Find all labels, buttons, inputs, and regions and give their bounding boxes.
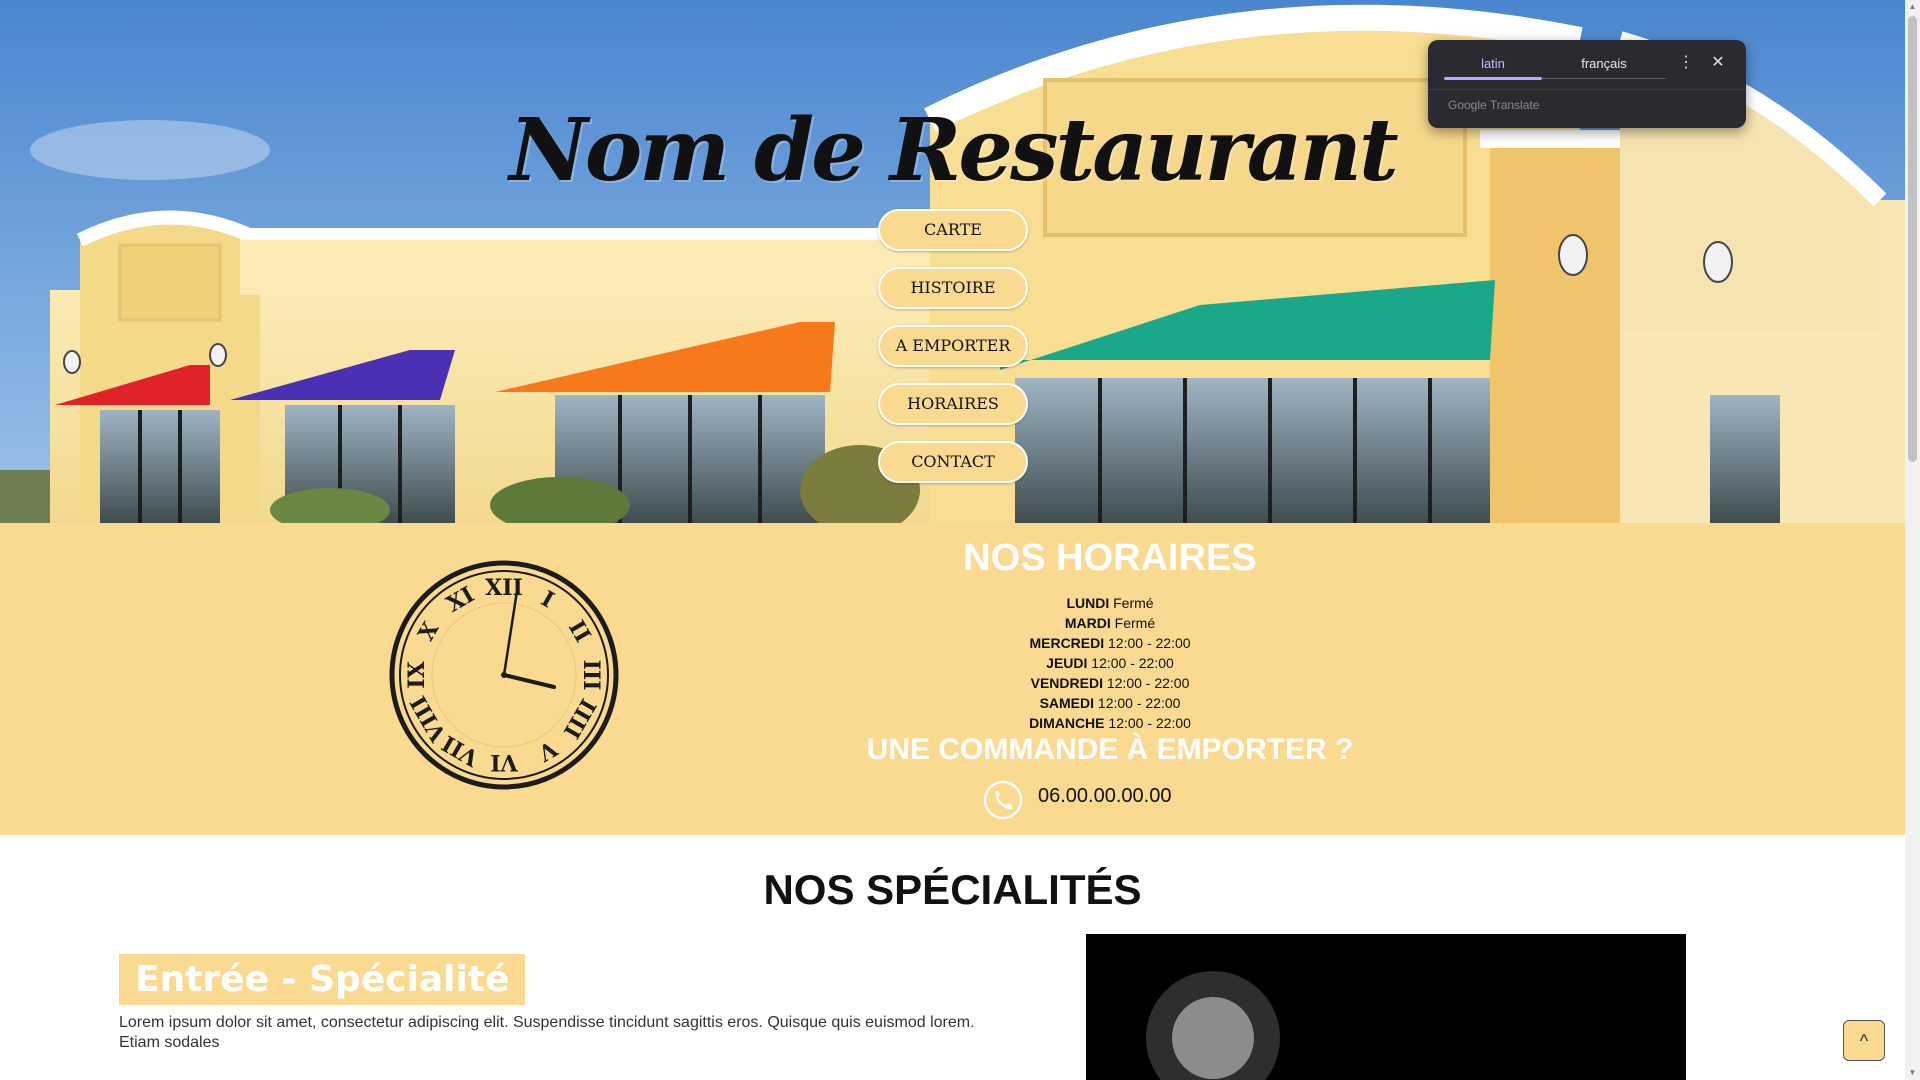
hero-banner: Nom de Restaurant CARTE HISTOIRE A EMPOR… [0,0,1905,523]
translate-source-tab[interactable]: latin [1444,56,1542,71]
page: Nom de Restaurant CARTE HISTOIRE A EMPOR… [0,0,1905,1080]
schedule-time: 12:00 - 22:00 [1097,695,1181,711]
main-nav: CARTE HISTOIRE A EMPORTER HORAIRES CONTA… [878,209,1028,499]
schedule-row-jeudi: JEUDI 12:00 - 22:00 [900,653,1320,673]
translate-target-tab[interactable]: français [1542,56,1666,71]
schedule-time: 12:00 - 22:00 [1108,635,1191,651]
specialty-description: Lorem ipsum dolor sit amet, consectetur … [119,1014,975,1051]
schedule-time: Fermé [1114,615,1156,631]
nav-horaires-button[interactable]: HORAIRES [878,383,1028,425]
schedule-row-mardi: MARDI Fermé [900,613,1320,633]
schedule-day: JEUDI [1046,655,1088,671]
nav-contact-button[interactable]: CONTACT [878,441,1028,483]
nav-histoire-button[interactable]: HISTOIRE [878,267,1028,309]
translate-separator [1428,89,1746,90]
schedule-row-samedi: SAMEDI 12:00 - 22:00 [900,693,1320,713]
translate-brand: Google Translate [1448,98,1540,112]
takeaway-title: UNE COMMANDE À EMPORTER ? [866,733,1354,766]
hours-title: NOS HORAIRES [963,537,1257,579]
scrollbar[interactable]: ▲ ▼ [1905,0,1920,1080]
specialty-video[interactable] [1086,934,1686,1080]
scroll-up-arrow-icon[interactable]: ▲ [1905,0,1920,14]
video-loading-dot [1172,997,1254,1079]
clock-icon: XII IIIIIIIIIIVVIVIIVIIIIXXXI [389,560,619,790]
schedule-day: DIMANCHE [1029,715,1105,731]
schedule-time: 12:00 - 22:00 [1108,715,1191,731]
schedule-day: MERCREDI [1029,635,1105,651]
specialty-label: Entrée - Spécialité [119,954,526,1005]
schedule-time: 12:00 - 22:00 [1106,675,1190,691]
schedule-list: LUNDI Fermé MARDI Fermé MERCREDI 12:00 -… [900,593,1320,733]
nav-carte-button[interactable]: CARTE [878,209,1028,251]
schedule-time: 12:00 - 22:00 [1091,655,1174,671]
schedule-row-dimanche: DIMANCHE 12:00 - 22:00 [900,713,1320,733]
schedule-day: SAMEDI [1039,695,1095,711]
phone-icon [983,780,1023,820]
translate-popup: latin français ⋮ ✕ Google Translate [1428,40,1746,128]
vertical-dots-icon[interactable]: ⋮ [1677,51,1695,75]
schedule-row-lundi: LUNDI Fermé [900,593,1320,613]
translate-active-tab-indicator [1444,77,1542,80]
scroll-down-arrow-icon[interactable]: ▼ [1905,1066,1920,1080]
schedule-day: LUNDI [1066,595,1110,611]
hours-section: XII I II III IIII V VI VII VIII IX X XI NOS HORAIRE… [0,523,1905,835]
specialties-title: NOS SPÉCIALITÉS [763,866,1142,913]
schedule-day: VENDREDI [1030,675,1103,691]
schedule-row-vendredi: VENDREDI 12:00 - 22:00 [900,673,1320,693]
close-icon[interactable]: ✕ [1708,51,1728,75]
scroll-thumb[interactable] [1908,16,1917,462]
clock-numeral: IX [404,660,430,688]
clock-numeral: VI [490,749,518,775]
nav-a-emporter-button[interactable]: A EMPORTER [878,325,1028,367]
schedule-row-mercredi: MERCREDI 12:00 - 22:00 [900,633,1320,653]
clock-numeral: III [578,660,604,691]
translate-tab-divider [1542,78,1666,79]
phone-number[interactable]: 06.00.00.00.00 [1038,785,1171,808]
schedule-day: MARDI [1064,615,1111,631]
schedule-time: Fermé [1113,595,1154,611]
back-to-top-button[interactable]: ^ [1843,1020,1885,1061]
